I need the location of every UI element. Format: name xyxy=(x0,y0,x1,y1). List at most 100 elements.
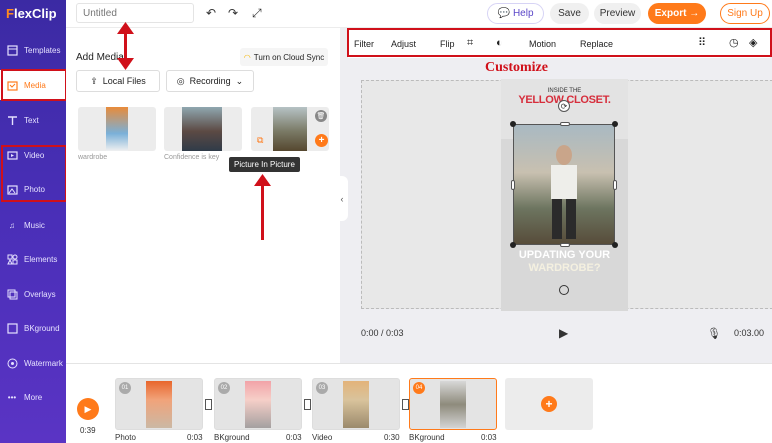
clock-icon[interactable]: ◷ xyxy=(729,36,739,49)
phone-preview[interactable]: INSIDE THE YELLOW CLOSET. ⟳ UPDATING YOU… xyxy=(501,79,628,311)
sidebar-item-bkground[interactable]: BKground xyxy=(0,313,66,343)
media-thumb-label: wardrobe xyxy=(78,154,108,161)
resize-handle[interactable] xyxy=(511,180,515,190)
sidebar-item-label: Overlays xyxy=(24,289,56,299)
sidebar-item-photo[interactable]: Photo xyxy=(0,174,66,204)
resize-handle[interactable] xyxy=(613,180,617,190)
filter-button[interactable]: Filter xyxy=(354,39,374,49)
replace-button[interactable]: Replace xyxy=(580,39,613,49)
resize-handle[interactable] xyxy=(612,242,618,248)
preview-button[interactable]: Preview xyxy=(594,3,641,24)
sidebar-item-overlays[interactable]: Overlays xyxy=(0,279,66,309)
phone-small-text: INSIDE THE xyxy=(547,88,582,94)
timeline-clip[interactable]: 01 xyxy=(115,378,203,430)
transition-icon[interactable] xyxy=(402,399,409,410)
sidebar-item-more[interactable]: ••• More xyxy=(0,382,66,412)
clip-name: BKground xyxy=(214,433,250,442)
media-thumb[interactable] xyxy=(164,107,242,151)
cloud-sync-button[interactable]: ◠ Turn on Cloud Sync xyxy=(240,48,328,66)
undo-icon[interactable]: ↶ xyxy=(206,6,216,20)
sidebar-item-label: Video xyxy=(24,150,45,160)
media-icon xyxy=(6,79,18,91)
layers-icon[interactable]: ◈ xyxy=(749,36,757,49)
elements-icon xyxy=(6,253,18,265)
sidebar-item-label: More xyxy=(24,392,43,402)
video-icon xyxy=(6,149,18,161)
timeline-duration: 0:39 xyxy=(80,426,96,435)
resize-handle[interactable] xyxy=(510,121,516,127)
microphone-icon[interactable]: 🎙 xyxy=(707,327,721,340)
sidebar-item-text[interactable]: Text xyxy=(0,105,66,135)
timeline-clip[interactable]: 03 xyxy=(312,378,400,430)
media-thumb-image xyxy=(182,107,222,151)
sidebar-item-label: BKground xyxy=(24,323,60,333)
redo-icon[interactable]: ↷ xyxy=(228,6,238,20)
sidebar-item-elements[interactable]: Elements xyxy=(0,244,66,274)
flip-button[interactable]: Flip xyxy=(440,39,455,49)
annotation-label: Customize xyxy=(485,60,548,75)
arrow-head-up-icon xyxy=(117,22,134,34)
timeline-clip[interactable]: 02 xyxy=(214,378,302,430)
play-icon: ▶ xyxy=(84,403,92,414)
clip-thumbnail xyxy=(146,381,172,428)
adjust-button[interactable]: Adjust xyxy=(391,39,416,49)
watermark-icon xyxy=(6,357,18,369)
grid-icon[interactable]: ⠿ xyxy=(698,36,706,49)
canvas-stage[interactable]: INSIDE THE YELLOW CLOSET. ⟳ UPDATING YOU… xyxy=(361,79,772,311)
export-button[interactable]: Export → xyxy=(648,3,706,24)
fullscreen-icon[interactable]: ⤢ xyxy=(252,6,262,21)
transition-icon[interactable] xyxy=(304,399,311,410)
motion-button[interactable]: Motion xyxy=(529,39,556,49)
chevron-left-icon: ‹ xyxy=(340,193,344,204)
sidebar-item-templates[interactable]: Templates xyxy=(0,35,66,65)
sidebar-item-label: Music xyxy=(24,220,45,230)
save-button[interactable]: Save xyxy=(550,3,589,24)
clip-number: 02 xyxy=(218,382,230,394)
sidebar-item-media[interactable]: Media xyxy=(0,70,66,100)
timeline-play-button[interactable]: ▶ xyxy=(77,398,99,420)
timeline-clip-selected[interactable]: 04 xyxy=(409,378,497,430)
sidebar-item-watermark[interactable]: Watermark xyxy=(0,348,66,378)
wifi-icon: ◠ xyxy=(243,52,251,62)
canvas-area: Filter Adjust Flip ⌗ ◐ Motion Replace ⠿ … xyxy=(340,28,772,363)
add-to-timeline-button[interactable]: + xyxy=(315,134,328,147)
sidebar-item-music[interactable]: ♫ Music xyxy=(0,210,66,240)
picture-in-picture-icon[interactable]: ⧉ xyxy=(257,135,263,146)
add-clip-button[interactable]: + xyxy=(505,378,593,430)
resize-handle[interactable] xyxy=(560,243,570,247)
local-files-button[interactable]: ⇪ Local Files xyxy=(76,70,160,92)
contrast-icon[interactable]: ◐ xyxy=(496,37,503,49)
clip-duration: 0:03 xyxy=(286,433,302,442)
media-thumb-selected[interactable]: 🗑 ⧉ + xyxy=(251,107,329,151)
app-logo[interactable]: FlexClip xyxy=(6,6,57,21)
media-thumb-image xyxy=(273,107,307,151)
transition-icon[interactable] xyxy=(205,399,212,410)
resize-handle[interactable] xyxy=(560,122,570,126)
sidebar-item-video[interactable]: Video xyxy=(0,140,66,170)
upload-icon: ⇪ xyxy=(90,75,98,86)
sidebar-item-label: Media xyxy=(24,80,46,90)
sidebar-item-label: Templates xyxy=(24,45,61,55)
project-title-input[interactable] xyxy=(76,3,194,23)
media-thumb[interactable] xyxy=(78,107,156,151)
clip-thumbnail xyxy=(245,381,271,428)
background-icon xyxy=(6,322,18,334)
resize-handle[interactable] xyxy=(510,242,516,248)
help-button[interactable]: 💬 Help xyxy=(487,3,544,24)
rotate-icon[interactable]: ⟳ xyxy=(558,100,570,112)
collapse-panel-button[interactable]: ‹ xyxy=(336,176,348,221)
recording-dropdown[interactable]: ◎ Recording ⌄ xyxy=(166,70,254,92)
play-icon[interactable]: ▶ xyxy=(559,326,568,340)
phone-headline: UPDATING YOUR WARDROBE? xyxy=(518,249,611,274)
signup-button[interactable]: Sign Up xyxy=(720,3,770,24)
crop-icon[interactable]: ⌗ xyxy=(467,37,473,50)
photo-icon xyxy=(6,183,18,195)
chat-icon: 💬 xyxy=(497,8,510,19)
record-icon: ◎ xyxy=(176,75,185,86)
clip-number: 03 xyxy=(316,382,328,394)
delete-icon[interactable]: 🗑 xyxy=(315,110,327,122)
clip-number: 01 xyxy=(119,382,131,394)
resize-handle[interactable] xyxy=(612,121,618,127)
sidebar-item-label: Watermark xyxy=(24,358,63,368)
selected-image[interactable] xyxy=(510,121,618,248)
